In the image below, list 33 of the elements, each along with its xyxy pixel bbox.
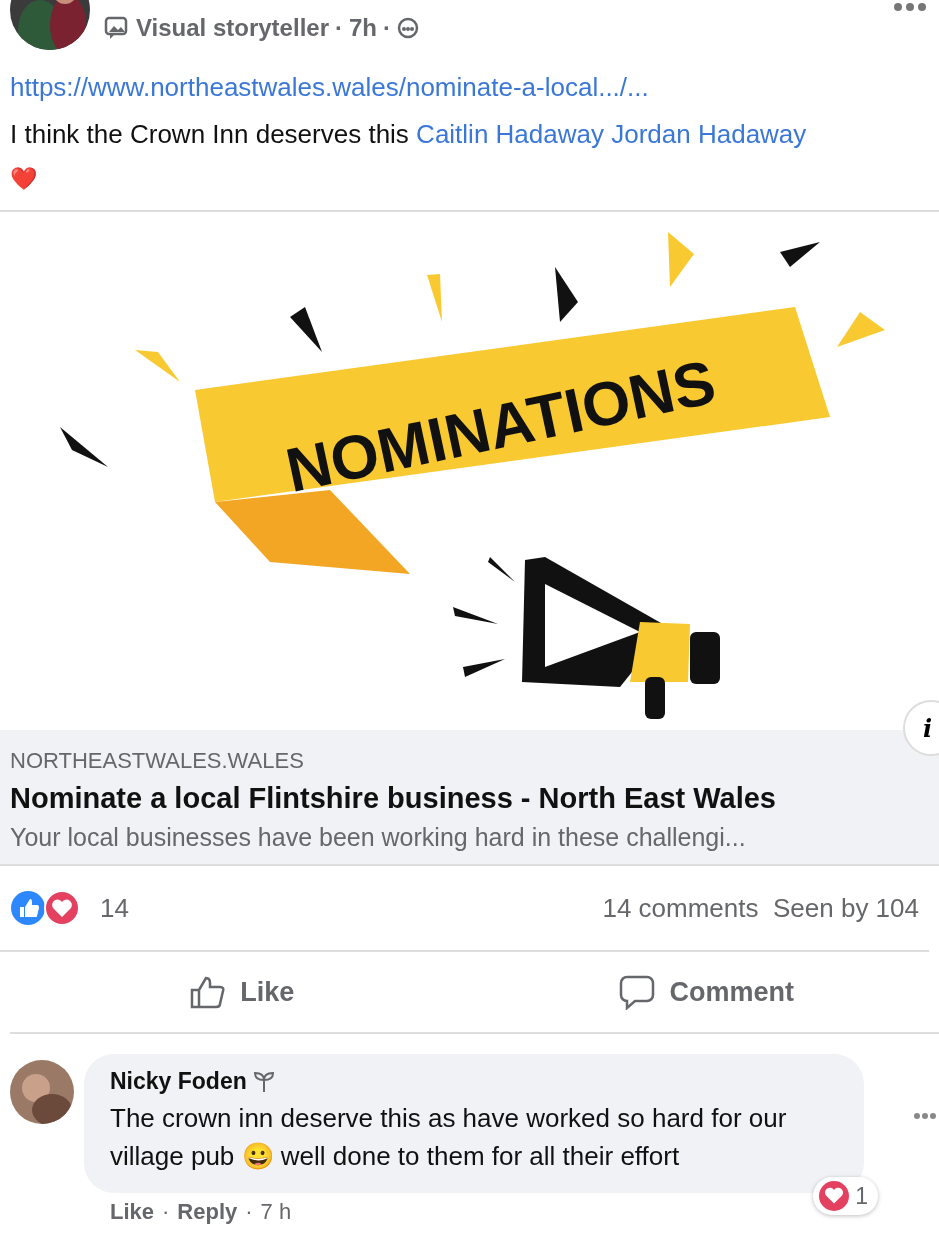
group-icon xyxy=(397,17,419,39)
image-icon xyxy=(104,16,130,40)
emoji: ❤ xyxy=(10,166,38,193)
more-icon[interactable] xyxy=(913,1112,937,1120)
separator: · xyxy=(383,14,391,42)
post-time: 7h xyxy=(349,14,377,42)
comment-count[interactable]: 14 comments xyxy=(602,892,759,924)
separator: · xyxy=(335,14,343,42)
link-title[interactable]: Nominate a local Flintshire business - North East Wales xyxy=(10,782,929,815)
separator: · xyxy=(162,1199,170,1225)
reply-link[interactable]: Reply xyxy=(177,1199,238,1225)
tag-link[interactable]: Caitlin Hadaway xyxy=(416,119,604,149)
seen-count[interactable]: Seen by 104 xyxy=(773,892,919,924)
sprout-icon xyxy=(252,1070,275,1093)
like-link[interactable]: Like xyxy=(110,1199,155,1225)
info-button[interactable]: i xyxy=(903,700,939,756)
link-domain: NORTHEASTWALES.WALES xyxy=(10,748,305,774)
more-icon[interactable] xyxy=(893,2,927,12)
link-description: Your local businesses have been working hard in these challengi... xyxy=(10,823,747,852)
speech-bubble-icon xyxy=(619,974,656,1010)
reaction-count[interactable]: 14 xyxy=(100,892,129,924)
thumbs-up-icon xyxy=(190,975,227,1009)
separator: · xyxy=(245,1199,253,1225)
post-text: I think the Crown Inn deserves this Caitlin Hadaway Jordan Hadaway xyxy=(10,119,808,150)
tag-link[interactable]: Jordan Hadaway xyxy=(611,119,807,149)
badge-label: Visual storyteller xyxy=(136,14,329,42)
comment-author[interactable]: Nicky Foden xyxy=(110,1068,247,1095)
reaction-count[interactable]: 1 xyxy=(855,1182,868,1210)
comment-text: The crown inn deserve this as have worked so hard for our village pub 😀 well done to them for all their effort xyxy=(110,1102,788,1173)
like-button[interactable]: Like xyxy=(10,952,475,1032)
comment-time: 7 h xyxy=(260,1199,292,1225)
post-link[interactable]: https://www.northeastwales.wales/nominate-a-local.../... xyxy=(10,72,929,103)
comment-button[interactable]: Comment xyxy=(474,952,939,1032)
